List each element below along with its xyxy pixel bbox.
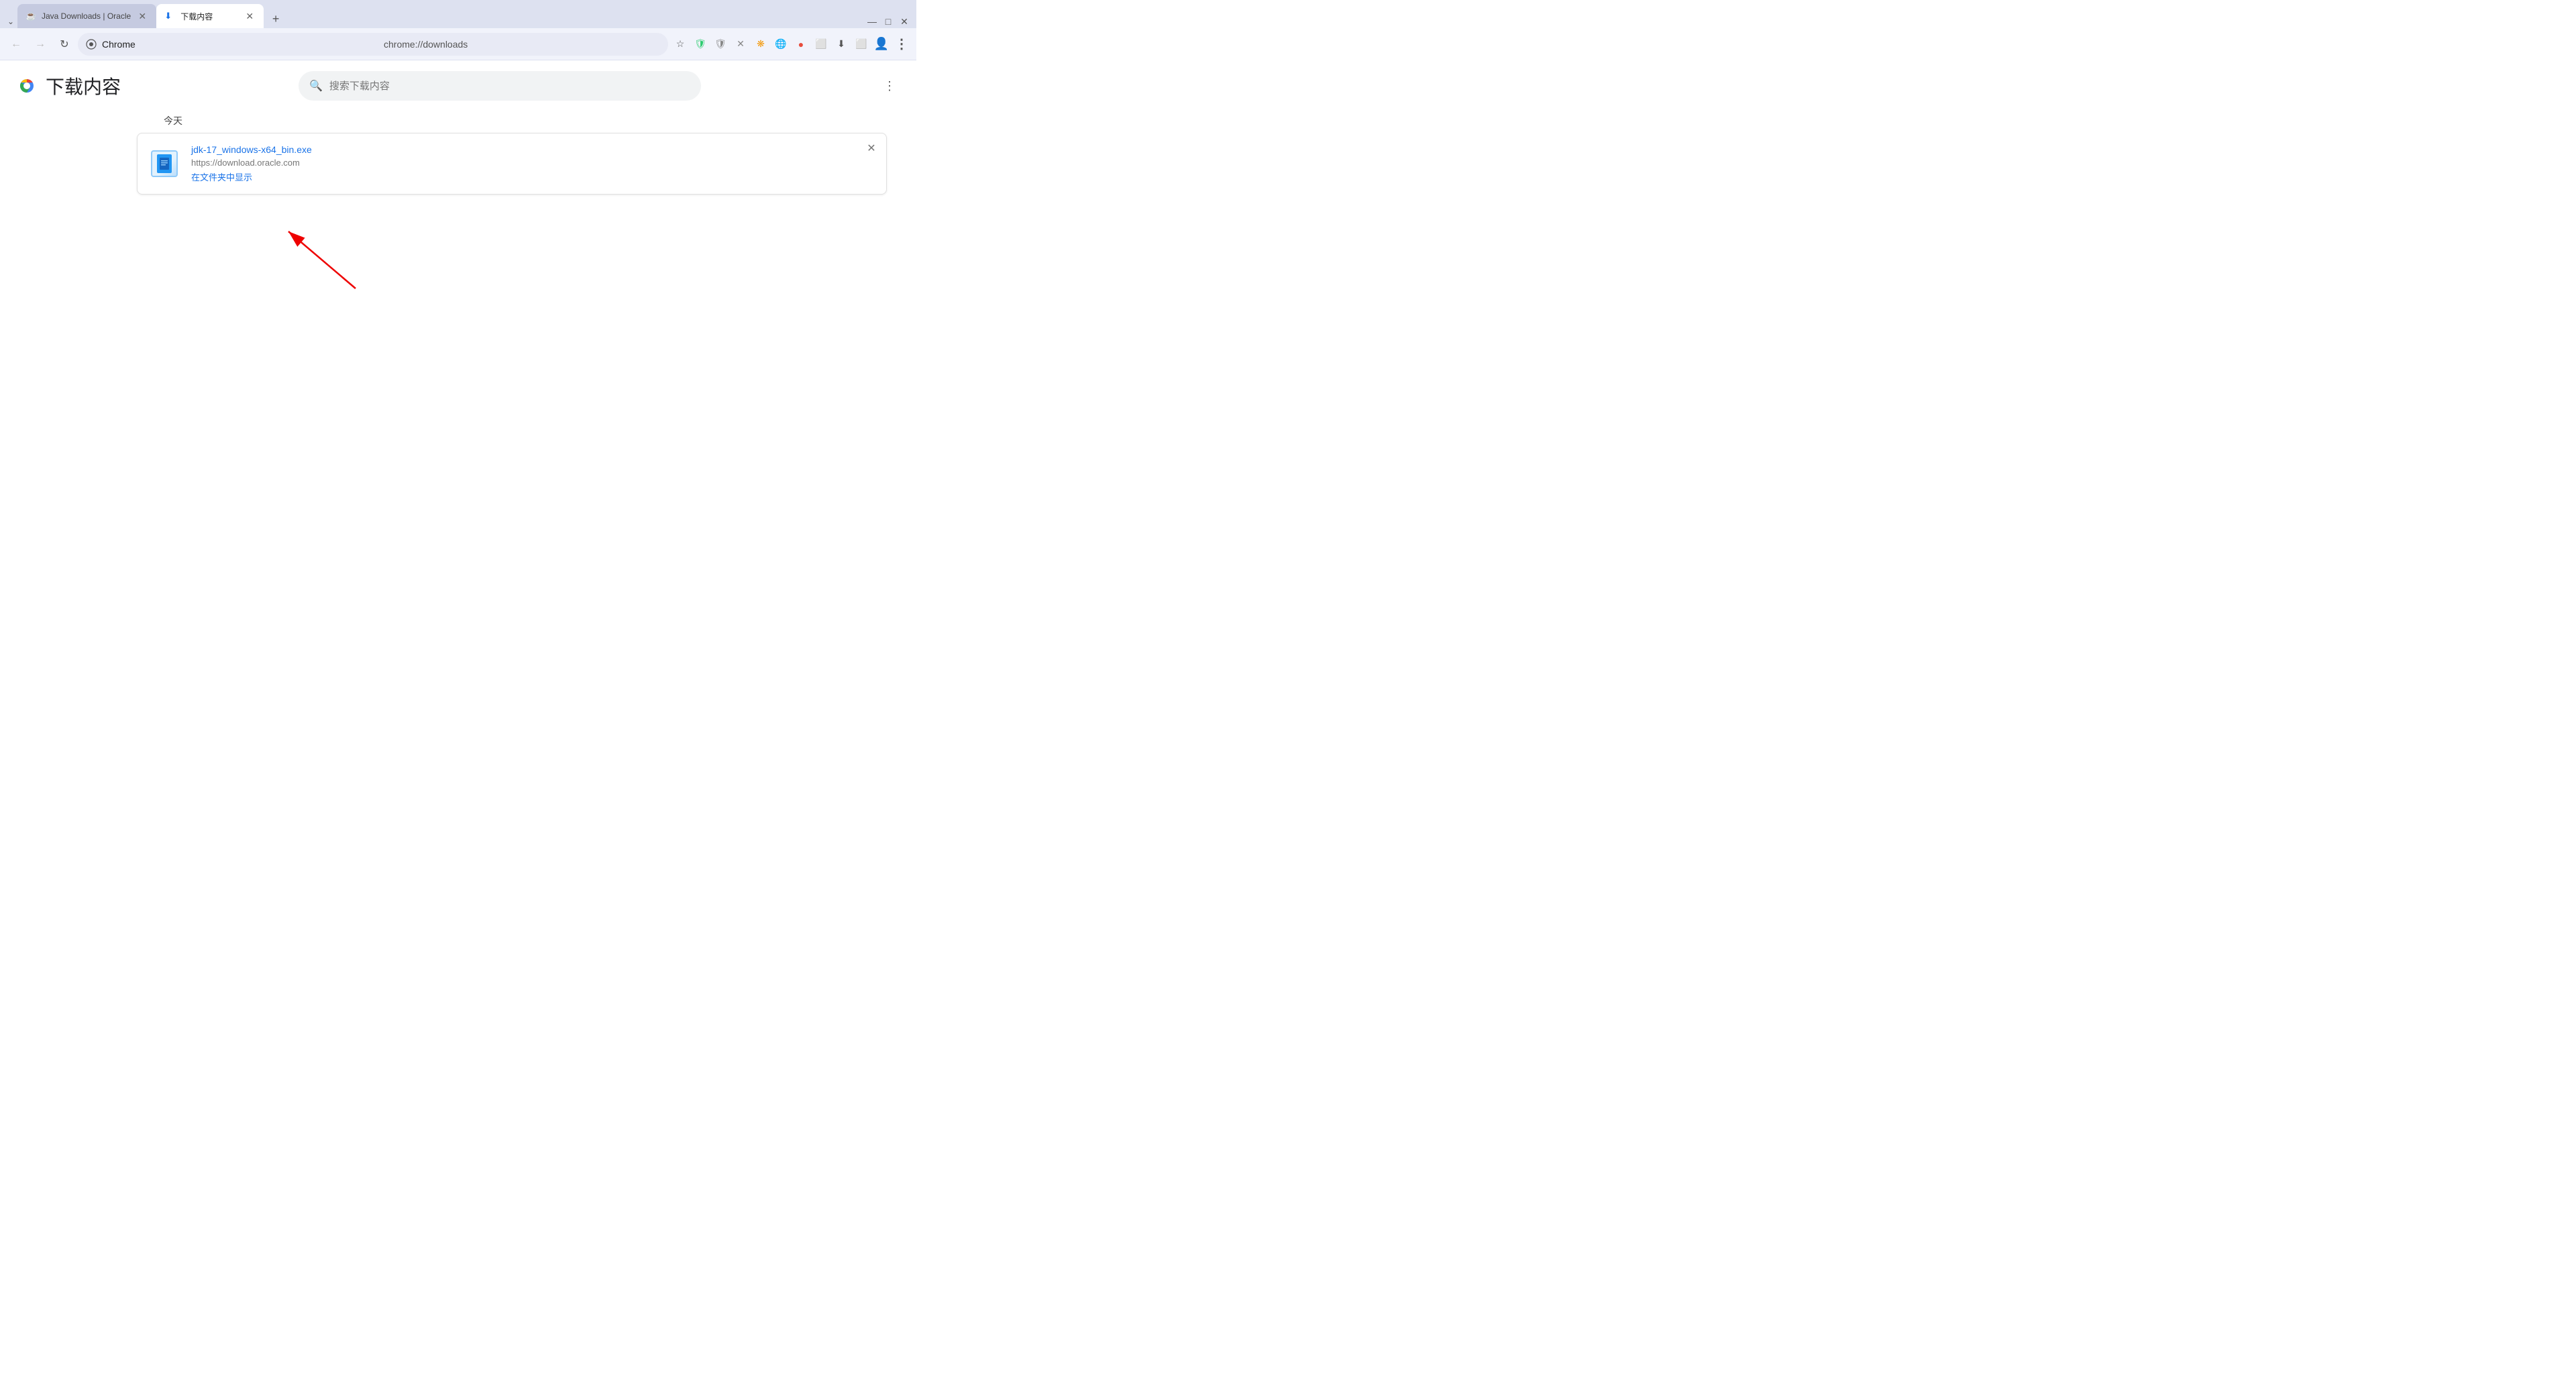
tab-title-downloads: 下载内容: [180, 11, 238, 22]
tab-dropdown-button[interactable]: ⌄: [4, 15, 17, 28]
more-options-button[interactable]: ⋮: [879, 75, 900, 97]
chrome-logo: [16, 75, 38, 97]
file-svg: [160, 158, 169, 170]
tab-bar-left: ⌄: [0, 15, 17, 28]
page-area: 下载内容 🔍 ⋮ 今天: [0, 60, 916, 515]
download-info: jdk-17_windows-x64_bin.exe https://downl…: [191, 144, 875, 183]
file-icon: [151, 150, 178, 177]
bookmark-button[interactable]: ☆: [671, 35, 690, 54]
new-tab-button[interactable]: +: [266, 9, 285, 28]
show-in-folder-link[interactable]: 在文件夹中显示: [191, 170, 875, 183]
ext-malwarebytes[interactable]: 🛡: [691, 35, 710, 54]
tab-downloads[interactable]: ⬇ 下载内容 ✕: [156, 4, 264, 28]
downloads-title-area: 下载内容: [16, 72, 121, 99]
profile-button[interactable]: 👤: [872, 35, 891, 54]
tab-bar-right: — □ ✕: [865, 15, 916, 28]
search-bar[interactable]: 🔍: [299, 71, 701, 101]
page-title: 下载内容: [46, 72, 121, 99]
tab-close-java[interactable]: ✕: [136, 10, 148, 22]
chrome-icon: [86, 39, 97, 50]
download-filename[interactable]: jdk-17_windows-x64_bin.exe: [191, 144, 875, 155]
address-url: chrome://downloads: [384, 39, 660, 50]
downloads-list: 今天: [0, 106, 916, 197]
ext-shield2[interactable]: 🛡: [711, 35, 730, 54]
download-source: https://download.oracle.com: [191, 158, 875, 168]
ext-x[interactable]: ✕: [731, 35, 750, 54]
tab-favicon-downloads: ⬇: [164, 11, 175, 21]
ext-puzzle[interactable]: ⬜: [812, 35, 830, 54]
search-input[interactable]: [329, 81, 690, 92]
tab-java-downloads[interactable]: ☕ Java Downloads | Oracle ✕: [17, 4, 156, 28]
ext-star[interactable]: ❋: [751, 35, 770, 54]
search-bar-container: 🔍: [121, 71, 879, 101]
reload-button[interactable]: ↻: [54, 34, 75, 55]
tab-close-downloads[interactable]: ✕: [244, 10, 256, 22]
ext-world[interactable]: 🌐: [771, 35, 790, 54]
tab-title-java: Java Downloads | Oracle: [42, 11, 131, 21]
download-close-button[interactable]: ✕: [863, 140, 879, 156]
address-browser-name: Chrome: [102, 39, 378, 50]
maximize-button[interactable]: □: [881, 15, 895, 28]
search-icon: 🔍: [309, 79, 323, 93]
minimize-button[interactable]: —: [865, 15, 879, 28]
download-item: jdk-17_windows-x64_bin.exe https://downl…: [137, 133, 887, 195]
tab-bar: ⌄ ☕ Java Downloads | Oracle ✕ ⬇ 下载内容 ✕ +…: [0, 0, 916, 28]
downloads-header: 下载内容 🔍 ⋮: [0, 60, 916, 106]
tabs-container: ☕ Java Downloads | Oracle ✕ ⬇ 下载内容 ✕ +: [17, 4, 865, 28]
address-bar: ← → ↻ Chrome chrome://downloads ☆ 🛡 🛡 ✕ …: [0, 28, 916, 60]
close-button[interactable]: ✕: [898, 15, 911, 28]
browser-frame: ⌄ ☕ Java Downloads | Oracle ✕ ⬇ 下载内容 ✕ +…: [0, 0, 916, 515]
back-button[interactable]: ←: [5, 34, 27, 55]
downloads-toolbar-icon[interactable]: ⬇: [832, 35, 851, 54]
section-label-today: 今天: [164, 114, 900, 127]
ext-red[interactable]: ●: [792, 35, 810, 54]
tab-favicon-java: ☕: [25, 11, 36, 21]
chrome-menu-button[interactable]: ⋮: [892, 35, 911, 54]
file-icon-inner: [157, 154, 172, 173]
file-icon-container: [148, 148, 180, 180]
split-view-button[interactable]: ⬜: [852, 35, 871, 54]
address-input[interactable]: Chrome chrome://downloads: [78, 33, 668, 56]
forward-button[interactable]: →: [30, 34, 51, 55]
toolbar-icons: ☆ 🛡 🛡 ✕ ❋ 🌐 ● ⬜ ⬇ ⬜ 👤 ⋮: [671, 35, 911, 54]
